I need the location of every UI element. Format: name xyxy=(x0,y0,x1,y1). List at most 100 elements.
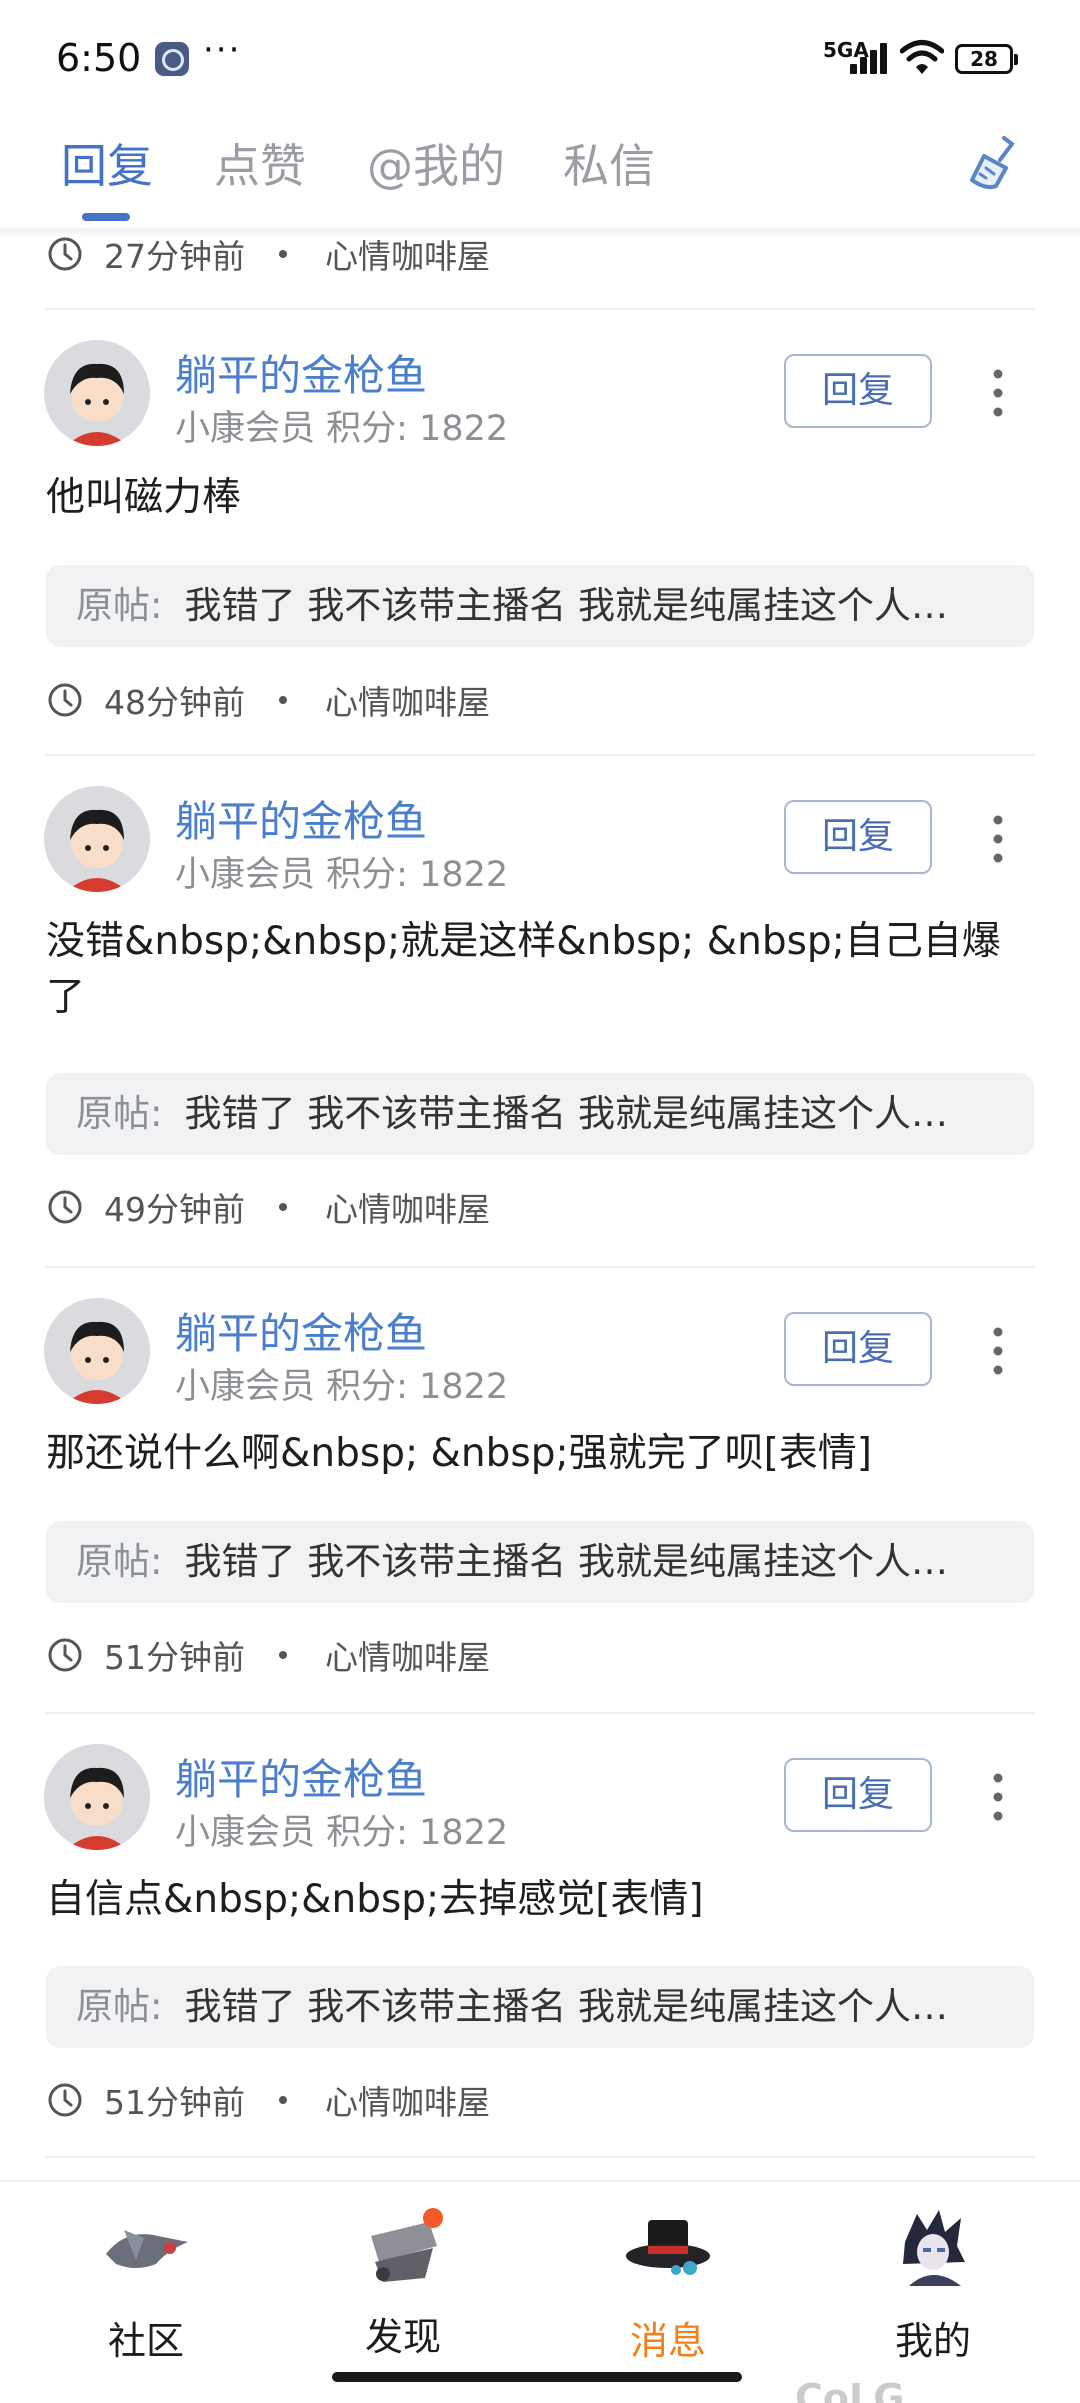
avatar-image xyxy=(44,1744,150,1850)
home-indicator[interactable] xyxy=(332,2372,742,2382)
original-post[interactable]: 原帖: 我错了 我不该带主播名 我就是纯属挂这个人… xyxy=(46,565,1034,647)
original-post-text: 我错了 我不该带主播名 我就是纯属挂这个人… xyxy=(184,1540,948,1583)
community-icon xyxy=(106,2230,188,2268)
reply-button[interactable]: 回复 xyxy=(784,1758,932,1832)
user-points: 积分: 1822 xyxy=(326,1367,509,1407)
nav-community[interactable]: 社区 xyxy=(56,2202,236,2365)
divider xyxy=(46,308,1034,310)
divider xyxy=(46,1712,1034,1714)
meta-forum[interactable]: 心情咖啡屋 xyxy=(325,1631,490,1679)
separator-dot xyxy=(279,1203,287,1211)
meta-forum[interactable]: 心情咖啡屋 xyxy=(325,676,490,724)
reply-button[interactable]: 回复 xyxy=(784,1312,932,1386)
avatar[interactable] xyxy=(44,786,150,892)
meta-row: 51分钟前 心情咖啡屋 xyxy=(46,2075,490,2125)
meta-row: 51分钟前 心情咖啡屋 xyxy=(46,1630,490,1680)
status-bar: 6:50 ··· 5GA 28 xyxy=(0,0,1080,120)
clock-icon xyxy=(48,237,82,271)
reply-button[interactable]: 回复 xyxy=(784,354,932,428)
separator-dot xyxy=(279,2096,287,2104)
divider xyxy=(46,754,1034,756)
notification-more: ··· xyxy=(203,30,242,70)
user-meta: 小康会员 积分: 1822 xyxy=(175,1358,508,1409)
separator-dot xyxy=(279,696,287,704)
meta-forum[interactable]: 心情咖啡屋 xyxy=(325,2076,490,2124)
avatar-image xyxy=(44,340,150,446)
nav-discover[interactable]: 发现 xyxy=(313,2202,493,2361)
divider xyxy=(46,1266,1034,1268)
username[interactable]: 躺平的金枪鱼 xyxy=(175,342,427,403)
original-post-label: 原帖: xyxy=(76,1540,163,1583)
original-post-text: 我错了 我不该带主播名 我就是纯属挂这个人… xyxy=(184,1092,948,1135)
status-time: 6:50 xyxy=(56,36,142,80)
nav-label: 社区 xyxy=(107,2319,184,2363)
original-post[interactable]: 原帖: 我错了 我不该带主播名 我就是纯属挂这个人… xyxy=(46,1073,1034,1155)
original-post[interactable]: 原帖: 我错了 我不该带主播名 我就是纯属挂这个人… xyxy=(46,1521,1034,1603)
broom-icon[interactable] xyxy=(966,134,1022,194)
user-points: 积分: 1822 xyxy=(326,409,509,449)
username[interactable]: 躺平的金枪鱼 xyxy=(175,1746,427,1807)
meta-time: 48分钟前 xyxy=(104,683,245,722)
tab-mentions[interactable]: @我的 xyxy=(367,130,505,196)
nav-label: 发现 xyxy=(364,2315,441,2359)
reply-content[interactable]: 他叫磁力棒 xyxy=(46,470,1036,526)
avatar-image xyxy=(44,1298,150,1404)
battery-icon: 28 xyxy=(955,44,1018,74)
avatar[interactable] xyxy=(44,1298,150,1404)
more-vertical-icon[interactable] xyxy=(986,1326,1010,1376)
meta-time: 51分钟前 xyxy=(104,2083,245,2122)
meta-forum[interactable]: 心情咖啡屋 xyxy=(325,230,490,278)
username[interactable]: 躺平的金枪鱼 xyxy=(175,788,427,849)
active-tab-indicator xyxy=(82,213,130,221)
tab-replies[interactable]: 回复 xyxy=(61,130,153,196)
clock-icon xyxy=(48,2083,82,2117)
avatar[interactable] xyxy=(44,1744,150,1850)
original-post-text: 我错了 我不该带主播名 我就是纯属挂这个人… xyxy=(184,1985,948,2028)
user-meta: 小康会员 积分: 1822 xyxy=(175,1804,508,1855)
clock-app-icon xyxy=(155,42,189,76)
nav-label: 消息 xyxy=(629,2319,706,2363)
tab-private-messages[interactable]: 私信 xyxy=(563,130,655,196)
reply-content[interactable]: 自信点&nbsp;&nbsp;去掉感觉[表情] xyxy=(46,1872,1036,1928)
meta-time: 51分钟前 xyxy=(104,1638,245,1677)
notification-dot xyxy=(423,2208,443,2228)
user-points: 积分: 1822 xyxy=(326,855,509,895)
separator-dot xyxy=(279,1651,287,1659)
avatar-image xyxy=(44,786,150,892)
more-vertical-icon[interactable] xyxy=(986,1772,1010,1822)
more-vertical-icon[interactable] xyxy=(986,368,1010,418)
reply-content[interactable]: 那还说什么啊&nbsp; &nbsp;强就完了呗[表情] xyxy=(46,1426,1036,1482)
member-level: 小康会员 xyxy=(175,1813,316,1853)
meta-time: 49分钟前 xyxy=(104,1190,245,1229)
member-level: 小康会员 xyxy=(175,1367,316,1407)
original-post[interactable]: 原帖: 我错了 我不该带主播名 我就是纯属挂这个人… xyxy=(46,1966,1034,2048)
original-post-text: 我错了 我不该带主播名 我就是纯属挂这个人… xyxy=(184,584,948,627)
meta-time: 27分钟前 xyxy=(104,237,245,276)
discover-icon xyxy=(353,2202,453,2292)
tab-likes[interactable]: 点赞 xyxy=(214,130,306,196)
user-meta: 小康会员 积分: 1822 xyxy=(175,846,508,897)
signal-icon xyxy=(850,42,892,74)
more-vertical-icon[interactable] xyxy=(986,814,1010,864)
avatar[interactable] xyxy=(44,340,150,446)
user-points: 积分: 1822 xyxy=(326,1813,509,1853)
wifi-icon xyxy=(900,40,944,74)
nav-profile[interactable]: 我的 xyxy=(843,2202,1023,2365)
username[interactable]: 躺平的金枪鱼 xyxy=(175,1300,427,1361)
meta-row: 48分钟前 心情咖啡屋 xyxy=(46,675,490,725)
messages-icon xyxy=(626,2220,710,2275)
profile-icon xyxy=(903,2210,965,2286)
original-post-label: 原帖: xyxy=(76,584,163,627)
meta-row: 27分钟前 心情咖啡屋 xyxy=(46,229,490,279)
reply-content[interactable]: 没错&nbsp;&nbsp;就是这样&nbsp; &nbsp;自己自爆了 xyxy=(46,914,1036,1026)
separator-dot xyxy=(279,250,287,258)
watermark: CoLG @58585 xyxy=(795,2376,905,2403)
reply-button[interactable]: 回复 xyxy=(784,800,932,874)
meta-row: 49分钟前 心情咖啡屋 xyxy=(46,1182,490,1232)
meta-forum[interactable]: 心情咖啡屋 xyxy=(325,1183,490,1231)
divider xyxy=(46,2156,1034,2158)
clock-icon xyxy=(48,683,82,717)
nav-messages[interactable]: 消息 xyxy=(578,2202,758,2365)
original-post-label: 原帖: xyxy=(76,1092,163,1135)
member-level: 小康会员 xyxy=(175,409,316,449)
